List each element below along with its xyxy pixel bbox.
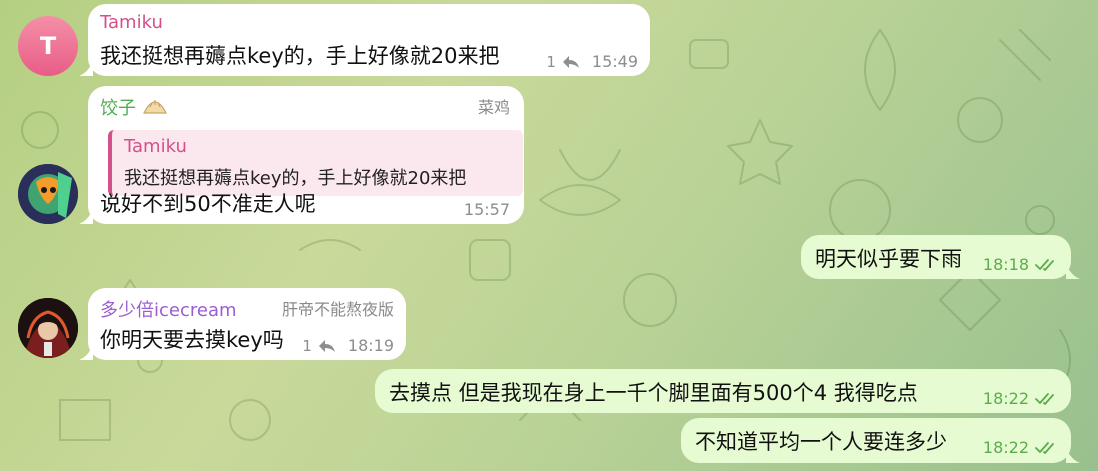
avatar-image	[18, 164, 78, 224]
read-double-check-icon	[1035, 258, 1054, 271]
outgoing-message-bubble[interactable]: 明天似乎要下雨 18:18	[801, 235, 1080, 279]
message-text: 你明天要去摸key吗	[100, 328, 284, 352]
avatar-image	[18, 298, 78, 358]
message-meta: 18:22	[983, 438, 1059, 457]
message-meta: 15:57	[464, 200, 510, 219]
admin-badge: 肝帝不能熬夜版	[281, 300, 394, 319]
message-time: 18:22	[982, 389, 1029, 408]
reply-icon[interactable]	[318, 339, 336, 353]
sender-name-text: 饺子	[100, 98, 136, 119]
message-meta: 18:18	[983, 255, 1059, 274]
message-text: 我还挺想再薅点key的，手上好像就20来把	[100, 44, 500, 68]
avatar-duoshaobei[interactable]	[18, 298, 78, 358]
reply-quote[interactable]: Tamiku 我还挺想再薅点key的，手上好像就20来把	[108, 130, 523, 196]
bubble-tail	[1066, 263, 1080, 279]
read-double-check-icon	[1035, 441, 1054, 454]
message-time: 18:22	[982, 438, 1029, 457]
reply-count[interactable]: 1	[302, 337, 312, 355]
sender-name[interactable]: Tamiku	[100, 12, 163, 33]
reply-count[interactable]: 1	[546, 53, 556, 71]
message-bubble-tamiku[interactable]: Tamiku 我还挺想再薅点key的，手上好像就20来把 1 15:49	[79, 4, 650, 76]
dumpling-emoji-icon	[142, 100, 167, 114]
avatar-jiaozi[interactable]	[18, 164, 78, 224]
bubble-tail	[79, 60, 93, 76]
reply-quote-sender: Tamiku	[124, 136, 187, 157]
message-meta: 1 15:49	[546, 52, 638, 71]
message-time: 18:19	[347, 336, 394, 355]
message-time: 15:57	[463, 200, 510, 219]
message-meta: 18:22	[983, 389, 1059, 408]
reply-quote-text: 我还挺想再薅点key的，手上好像就20来把	[124, 168, 467, 189]
outgoing-message-bubble[interactable]: 去摸点 但是我现在身上一千个脚里面有500个4 我得吃点 18:22	[375, 369, 1071, 413]
admin-badge: 菜鸡	[477, 98, 510, 117]
message-text: 不知道平均一个人要连多少	[695, 430, 947, 454]
message-bubble-jiaozi[interactable]: 饺子 菜鸡 Tamiku 我还挺想再薅点key的，手上好像就20来把 说好不到5…	[79, 86, 524, 224]
message-text: 去摸点 但是我现在身上一千个脚里面有500个4 我得吃点	[389, 381, 918, 405]
sender-name[interactable]: 饺子	[100, 94, 168, 120]
bubble-tail	[79, 344, 93, 360]
message-meta: 1 18:19	[302, 336, 394, 355]
bubble-tail	[79, 208, 93, 224]
message-time: 18:18	[982, 255, 1029, 274]
message-text: 说好不到50不准走人呢	[100, 192, 316, 216]
bubble-tail	[1066, 447, 1080, 463]
message-text: 明天似乎要下雨	[815, 247, 962, 271]
outgoing-message-bubble[interactable]: 不知道平均一个人要连多少 18:22	[681, 418, 1080, 463]
reply-icon[interactable]	[562, 55, 580, 69]
message-time: 15:49	[591, 52, 638, 71]
avatar-tamiku[interactable]: T	[18, 16, 78, 76]
sender-name[interactable]: 多少倍icecream	[100, 296, 237, 322]
read-double-check-icon	[1035, 392, 1054, 405]
message-bubble-duoshaobei[interactable]: 多少倍icecream 肝帝不能熬夜版 你明天要去摸key吗 1 18:19	[79, 288, 406, 360]
avatar-letter: T	[39, 32, 57, 60]
